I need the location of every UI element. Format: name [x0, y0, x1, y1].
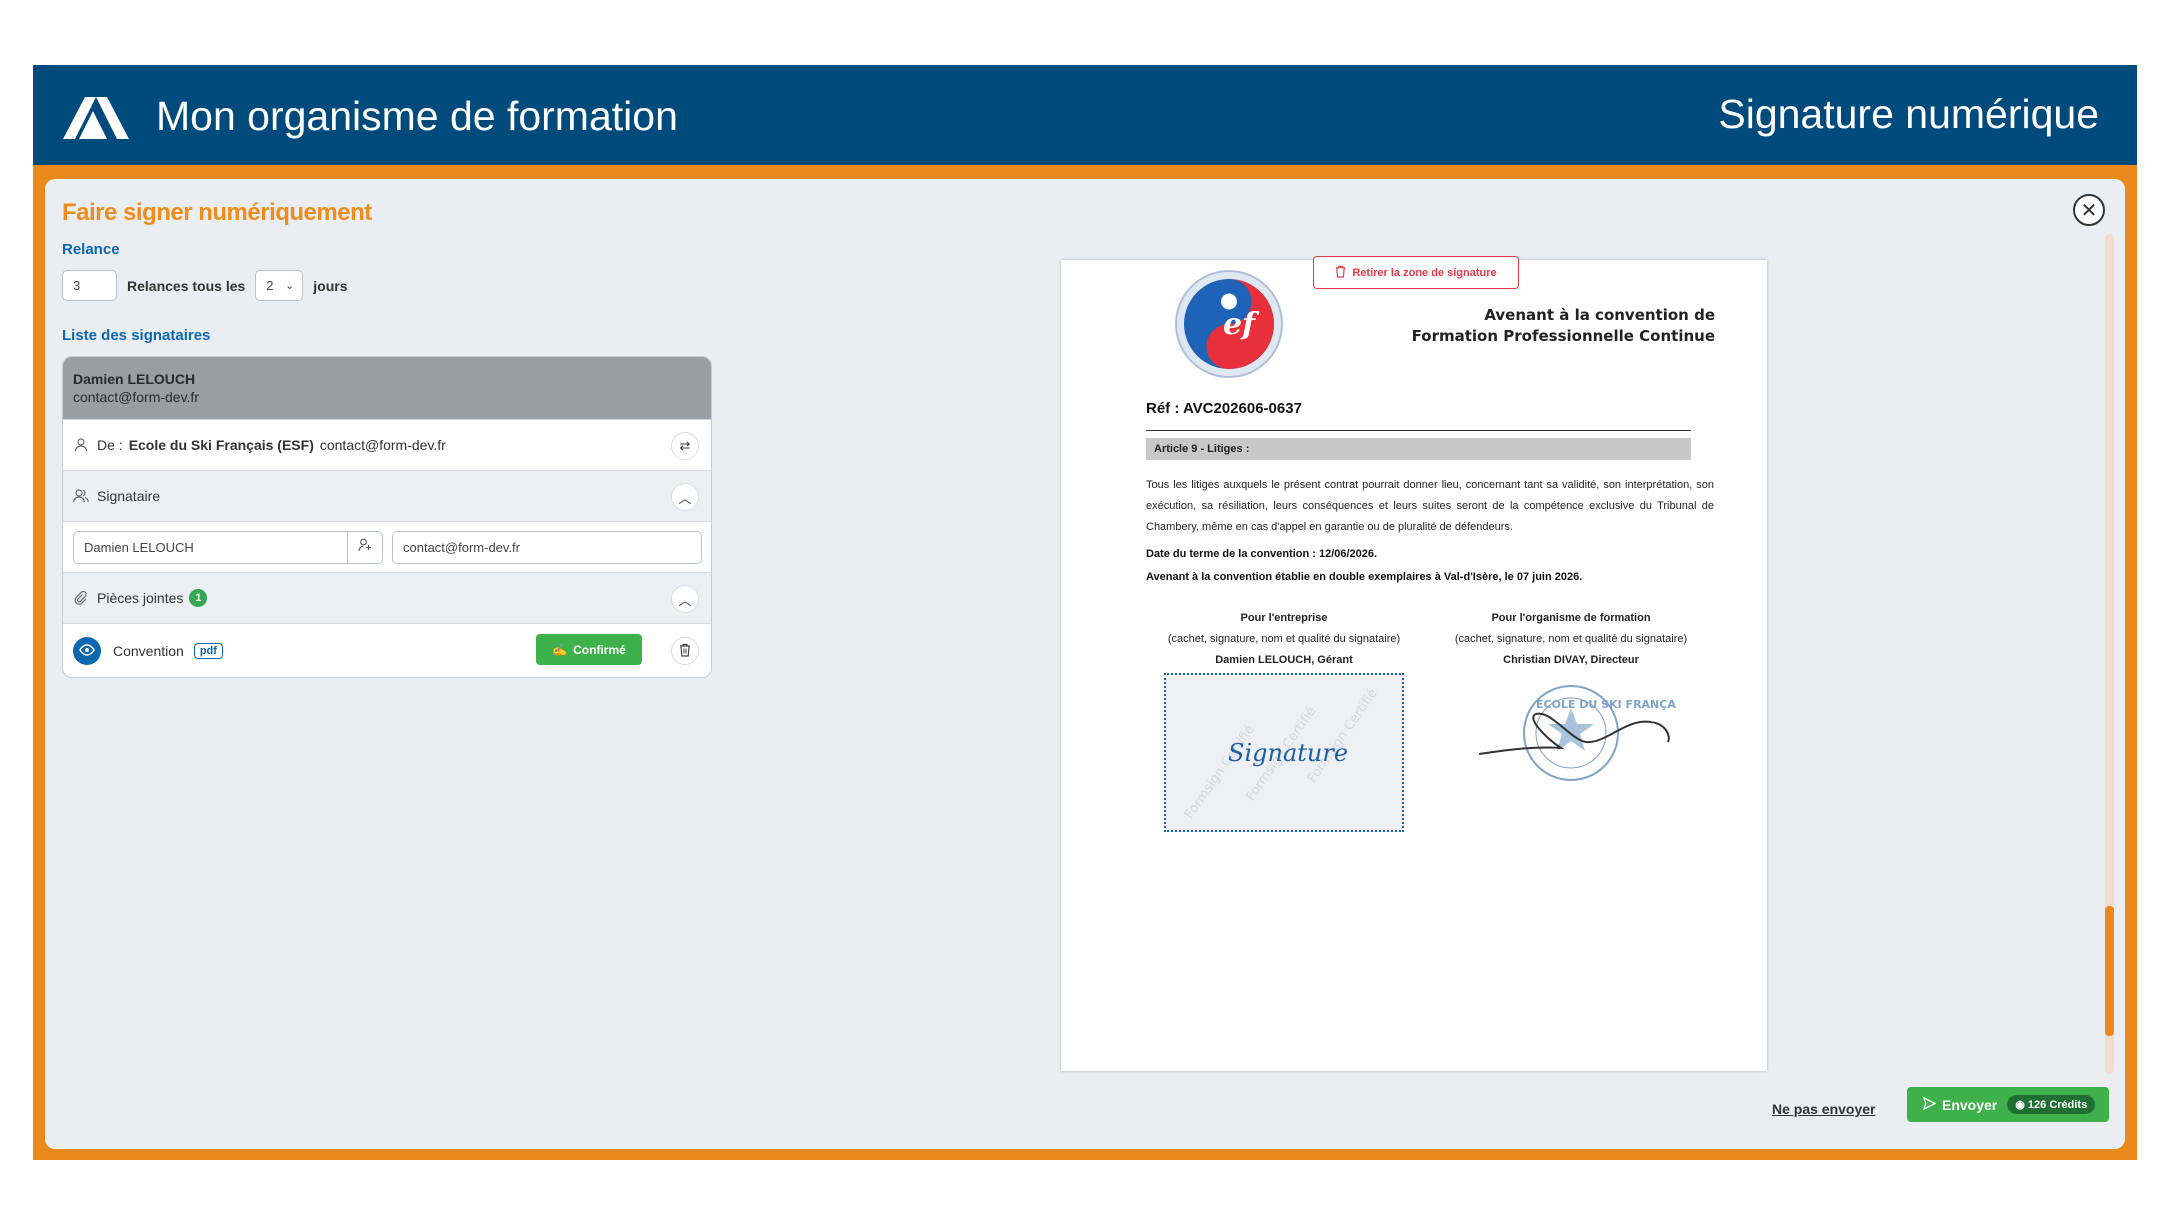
relance-count-input[interactable]: 3 — [62, 270, 117, 301]
pieces-row[interactable]: Pièces jointes 1 ︿ — [63, 572, 711, 623]
collapse-signataire-button[interactable]: ︿ — [671, 483, 699, 511]
signer-card-header[interactable]: Damien LELOUCH contact@form-dev.fr — [63, 357, 711, 419]
from-prefix: De : — [97, 437, 123, 453]
pieces-label: Pièces jointes — [97, 590, 184, 606]
right-col-name: Christian DIVAY, Directeur — [1503, 654, 1639, 666]
trash-icon — [1335, 265, 1346, 281]
signer-name-input[interactable]: Damien LELOUCH — [73, 531, 348, 564]
swap-icon: ⇄ — [679, 438, 691, 453]
document-title-line1: Avenant à la convention de — [1484, 306, 1715, 324]
chevron-down-icon: ⌄ — [285, 280, 295, 292]
right-signature-block: Pour l'organisme de formation (cachet, s… — [1421, 608, 1721, 671]
left-col-name: Damien LELOUCH, Gérant — [1215, 654, 1353, 666]
left-col-sub: (cachet, signature, nom et qualité du si… — [1167, 633, 1401, 645]
stamp-text: ECOLE DU SKI FRANÇAIS — [1536, 698, 1676, 711]
attachment-row: Convention pdf ✍ Confirmé — [63, 623, 711, 677]
esf-logo-icon: ef — [1175, 270, 1283, 378]
send-icon — [1922, 1096, 1937, 1113]
signataire-inputs: Damien LELOUCH contact@form-dev.fr — [63, 521, 711, 572]
send-button[interactable]: Envoyer ◉ 126 Crédits — [1907, 1087, 2109, 1122]
app-title: Mon organisme de formation — [156, 93, 678, 139]
signataire-label: Signataire — [97, 488, 161, 504]
from-email: contact@form-dev.fr — [319, 437, 446, 453]
esf-logo-text: ef — [1223, 307, 1260, 342]
relance-row: 3 Relances tous les 2 ⌄ jours — [62, 270, 714, 301]
left-signature-block: Pour l'entreprise (cachet, signature, no… — [1134, 608, 1434, 671]
top-bar: Mon organisme de formation Signature num… — [33, 65, 2137, 165]
cancel-link[interactable]: Ne pas envoyer — [1772, 1101, 1876, 1117]
chevron-up-icon: ︿ — [678, 490, 692, 506]
send-label: Envoyer — [1942, 1096, 1998, 1113]
close-icon[interactable]: ✕ — [2073, 194, 2105, 226]
scrollbar-thumb[interactable] — [2105, 906, 2114, 1036]
credits-label: 126 Crédits — [2027, 1099, 2088, 1111]
document-ref: Réf : AVC202606-0637 — [1146, 400, 1302, 417]
svg-text:Formsign Certifié: Formsign Certifié — [1182, 722, 1258, 822]
confirm-label: Confirmé — [573, 642, 626, 657]
attachment-name: Convention — [113, 642, 184, 659]
users-icon — [73, 488, 89, 504]
document-title: Avenant à la convention de Formation Pro… — [1412, 305, 1715, 347]
coin-icon: ◉ — [2015, 1099, 2028, 1111]
paperclip-icon — [73, 590, 89, 606]
left-column: Faire signer numériquement Relance 3 Rel… — [62, 199, 714, 678]
app-frame: Mon organisme de formation Signature num… — [33, 65, 2137, 1160]
remove-zone-label: Retirer la zone de signature — [1352, 266, 1497, 279]
confirm-button[interactable]: ✍ Confirmé — [536, 634, 642, 665]
brand-logo-icon — [63, 97, 129, 139]
remove-signature-zone-button[interactable]: Retirer la zone de signature — [1313, 256, 1519, 289]
page-name: Signature numérique — [1718, 91, 2099, 137]
chevron-up-icon: ︿ — [678, 592, 692, 608]
panel-title: Faire signer numériquement — [62, 199, 372, 226]
established-text: Avenant à la convention établie en doubl… — [1146, 571, 1583, 583]
trash-icon — [679, 643, 691, 660]
signature-panel: ✕ Faire signer numériquement Relance 3 R… — [45, 179, 2125, 1149]
relance-text: Relances tous les — [127, 277, 246, 294]
signataire-row[interactable]: Signataire ︿ — [63, 470, 711, 521]
from-row: De : Ecole du Ski Français (ESF) contact… — [63, 419, 711, 470]
svg-text:Formsign Certifié: Formsign Certifié — [1305, 686, 1381, 786]
delete-attachment-button[interactable] — [671, 637, 699, 665]
preview-button[interactable] — [73, 636, 101, 665]
signature-watermark: Formsign Certifié Formsign Certifié Form… — [1182, 686, 1381, 822]
signature-zone[interactable]: Formsign Certifié Formsign Certifié Form… — [1164, 673, 1404, 832]
credits-badge: ◉ 126 Crédits — [2007, 1095, 2096, 1114]
article-heading: Article 9 - Litiges : — [1146, 438, 1691, 460]
user-icon — [73, 437, 89, 453]
collapse-pieces-button[interactable]: ︿ — [671, 585, 699, 613]
pdf-badge: pdf — [193, 642, 223, 659]
document-divider — [1146, 430, 1691, 431]
right-col-title: Pour l'organisme de formation — [1491, 612, 1651, 624]
relance-interval-value: 2 — [266, 278, 274, 293]
relance-label: Relance — [62, 241, 120, 258]
signer-name: Damien LELOUCH — [73, 371, 196, 387]
signer-email: contact@form-dev.fr — [73, 389, 199, 405]
signer-card: Damien LELOUCH contact@form-dev.fr De : … — [62, 356, 712, 678]
eye-icon — [79, 643, 95, 659]
document-title-line2: Formation Professionnelle Continue — [1411, 327, 1715, 345]
signature-placeholder: Signature — [1228, 739, 1348, 767]
relance-interval-select[interactable]: 2 ⌄ — [255, 270, 304, 301]
article-paragraph: Tous les litiges auxquels le présent con… — [1146, 479, 1714, 533]
term-date: Date du terme de la convention : 12/06/2… — [1146, 548, 1378, 560]
stamp-signature-icon: ECOLE DU SKI FRANÇAIS — [1478, 685, 1676, 781]
add-contact-button[interactable] — [347, 531, 383, 564]
signature-pen-icon: ✍ — [552, 642, 568, 657]
document-preview: ef Avenant à la convention de Formation … — [1061, 260, 1767, 1071]
pieces-count-badge: 1 — [189, 589, 208, 607]
signer-email-input[interactable]: contact@form-dev.fr — [392, 531, 702, 564]
swap-sender-button[interactable]: ⇄ — [671, 432, 699, 460]
signataires-label: Liste des signataires — [62, 327, 211, 344]
left-col-title: Pour l'entreprise — [1240, 612, 1328, 624]
user-plus-icon — [358, 538, 372, 557]
from-org: Ecole du Ski Français (ESF) — [128, 437, 314, 453]
relance-unit: jours — [313, 277, 348, 294]
right-col-sub: (cachet, signature, nom et qualité du si… — [1454, 633, 1688, 645]
